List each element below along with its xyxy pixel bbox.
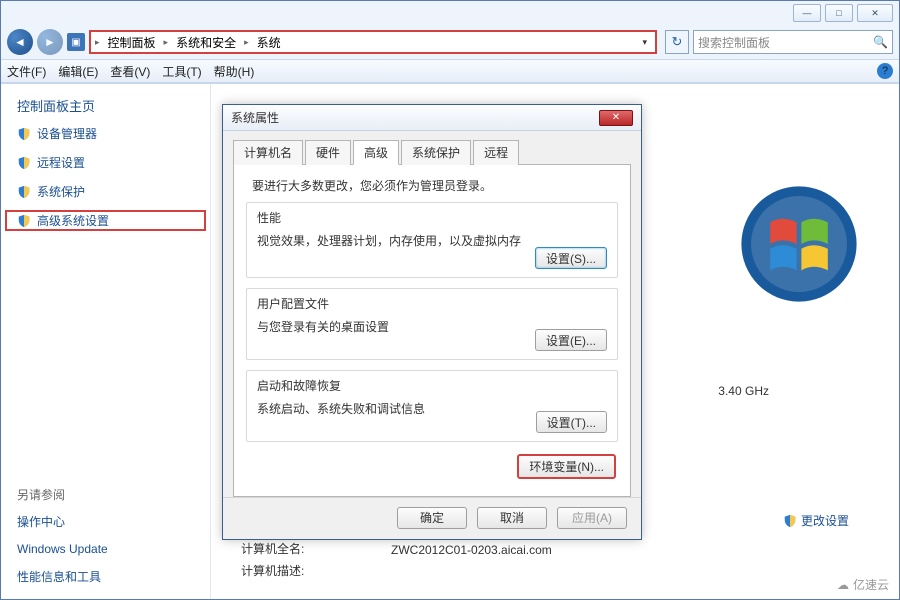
menu-view[interactable]: 查看(V) xyxy=(110,63,150,80)
refresh-button[interactable]: ↻ xyxy=(665,30,689,54)
performance-settings-button[interactable]: 设置(S)... xyxy=(535,247,607,269)
see-also-title: 另请参阅 xyxy=(1,486,210,503)
cpu-ghz: 3.40 GHz xyxy=(718,384,769,398)
sidebar-item-protection[interactable]: 系统保护 xyxy=(1,181,210,202)
tab-computer-name[interactable]: 计算机名 xyxy=(233,140,303,165)
see-also-windows-update[interactable]: Windows Update xyxy=(1,540,210,558)
sidebar-item-label: 系统保护 xyxy=(37,183,85,200)
chevron-right-icon: ▸ xyxy=(95,37,100,48)
windows-logo-icon xyxy=(739,184,859,304)
shield-icon xyxy=(17,214,31,228)
navigation-bar: ◄ ► ▣ ▸ 控制面板 ▸ 系统和安全 ▸ 系统 ▾ ↻ 搜索控制面板 🔍 xyxy=(1,25,899,59)
menubar: 文件(F) 编辑(E) 查看(V) 工具(T) 帮助(H) ? xyxy=(1,59,899,83)
sidebar-item-advanced[interactable]: 高级系统设置 xyxy=(5,210,206,231)
tab-system-protection[interactable]: 系统保护 xyxy=(401,140,471,165)
forward-button[interactable]: ► xyxy=(37,29,63,55)
back-button[interactable]: ◄ xyxy=(7,29,33,55)
tab-advanced[interactable]: 高级 xyxy=(353,140,399,165)
dialog-titlebar[interactable]: 系统属性 ✕ xyxy=(223,105,641,131)
cloud-icon: ☁ xyxy=(837,578,849,592)
admin-note: 要进行大多数更改，您必须作为管理员登录。 xyxy=(252,177,618,194)
system-icon: ▣ xyxy=(67,33,85,51)
sidebar-item-label: 设备管理器 xyxy=(37,125,97,142)
crumb-system[interactable]: 系统 xyxy=(253,34,285,51)
computer-full-name-value: ZWC2012C01-0203.aicai.com xyxy=(391,543,552,557)
change-settings-label: 更改设置 xyxy=(801,512,849,529)
titlebar: — □ ✕ xyxy=(1,1,899,25)
sidebar-item-label: 远程设置 xyxy=(37,154,85,171)
system-properties-dialog: 系统属性 ✕ 计算机名 硬件 高级 系统保护 远程 要进行大多数更改，您必须作为… xyxy=(222,104,642,540)
dialog-title: 系统属性 xyxy=(231,109,279,126)
env-row: 环境变量(N)... xyxy=(246,452,618,479)
group-performance: 性能 视觉效果，处理器计划，内存使用，以及虚拟内存 设置(S)... xyxy=(246,202,618,278)
maximize-button[interactable]: □ xyxy=(825,4,853,22)
search-icon: 🔍 xyxy=(873,35,888,49)
see-also-action-center[interactable]: 操作中心 xyxy=(1,511,210,532)
breadcrumb-dropdown[interactable]: ▾ xyxy=(638,37,651,48)
menu-tools[interactable]: 工具(T) xyxy=(162,63,201,80)
search-placeholder: 搜索控制面板 xyxy=(698,34,770,51)
group-title: 启动和故障恢复 xyxy=(257,377,607,394)
shield-icon xyxy=(17,185,31,199)
breadcrumb[interactable]: ▸ 控制面板 ▸ 系统和安全 ▸ 系统 ▾ xyxy=(89,30,657,54)
crumb-system-security[interactable]: 系统和安全 xyxy=(172,34,240,51)
group-startup-recovery: 启动和故障恢复 系统启动、系统失败和调试信息 设置(T)... xyxy=(246,370,618,442)
shield-icon xyxy=(17,156,31,170)
computer-full-name-label: 计算机全名: xyxy=(241,540,304,557)
see-also-performance[interactable]: 性能信息和工具 xyxy=(1,566,210,587)
group-title: 用户配置文件 xyxy=(257,295,607,312)
watermark: ☁ 亿速云 xyxy=(837,576,889,593)
sidebar-item-device-manager[interactable]: 设备管理器 xyxy=(1,123,210,144)
startup-settings-button[interactable]: 设置(T)... xyxy=(536,411,607,433)
dialog-body: 计算机名 硬件 高级 系统保护 远程 要进行大多数更改，您必须作为管理员登录。 … xyxy=(223,131,641,497)
sidebar-home[interactable]: 控制面板主页 xyxy=(1,96,210,115)
menu-edit[interactable]: 编辑(E) xyxy=(58,63,98,80)
help-icon[interactable]: ? xyxy=(877,63,893,79)
apply-button[interactable]: 应用(A) xyxy=(557,507,627,529)
computer-desc-label: 计算机描述: xyxy=(241,562,304,579)
sidebar-item-label: 高级系统设置 xyxy=(37,212,109,229)
profiles-settings-button[interactable]: 设置(E)... xyxy=(535,329,607,351)
ok-button[interactable]: 确定 xyxy=(397,507,467,529)
minimize-button[interactable]: — xyxy=(793,4,821,22)
chevron-right-icon: ▸ xyxy=(164,37,169,48)
menu-help[interactable]: 帮助(H) xyxy=(214,63,255,80)
dialog-actions: 确定 取消 应用(A) xyxy=(223,497,641,537)
group-user-profiles: 用户配置文件 与您登录有关的桌面设置 设置(E)... xyxy=(246,288,618,360)
search-input[interactable]: 搜索控制面板 🔍 xyxy=(693,30,893,54)
group-title: 性能 xyxy=(257,209,607,226)
change-settings-link[interactable]: 更改设置 xyxy=(783,512,849,529)
sidebar: 控制面板主页 设备管理器 远程设置 系统保护 高级系统设置 另请参阅 操作中心 … xyxy=(1,84,211,599)
crumb-control-panel[interactable]: 控制面板 xyxy=(104,34,160,51)
close-button[interactable]: ✕ xyxy=(857,4,893,22)
tab-panel-advanced: 要进行大多数更改，您必须作为管理员登录。 性能 视觉效果，处理器计划，内存使用，… xyxy=(233,165,631,497)
shield-icon xyxy=(783,514,797,528)
dialog-close-button[interactable]: ✕ xyxy=(599,110,633,126)
sidebar-item-remote[interactable]: 远程设置 xyxy=(1,152,210,173)
tab-hardware[interactable]: 硬件 xyxy=(305,140,351,165)
shield-icon xyxy=(17,127,31,141)
environment-variables-button[interactable]: 环境变量(N)... xyxy=(517,454,616,479)
tab-remote[interactable]: 远程 xyxy=(473,140,519,165)
chevron-right-icon: ▸ xyxy=(244,37,249,48)
menu-file[interactable]: 文件(F) xyxy=(7,63,46,80)
tab-strip: 计算机名 硬件 高级 系统保护 远程 xyxy=(233,139,631,165)
cancel-button[interactable]: 取消 xyxy=(477,507,547,529)
